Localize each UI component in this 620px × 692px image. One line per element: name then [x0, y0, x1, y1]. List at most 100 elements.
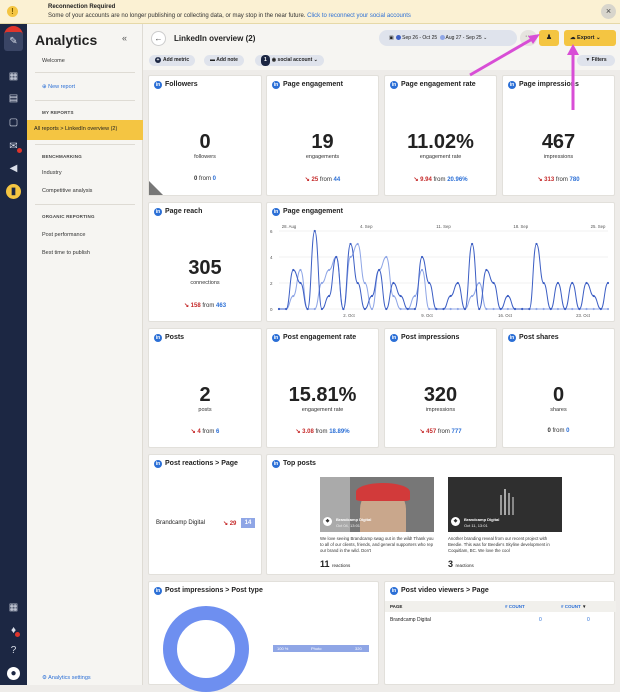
- calendar-icon[interactable]: ▢: [7, 116, 20, 129]
- data-point-0: [578, 307, 581, 311]
- data-point-0: [335, 255, 338, 259]
- data-point-0: [406, 307, 409, 311]
- export-button[interactable]: ☁ Export ⌄: [564, 30, 616, 46]
- trend-down-icon: ↘: [304, 177, 310, 183]
- video-table-header: PAGE # COUNT # COUNT ▼: [385, 601, 616, 612]
- data-point-0: [435, 307, 438, 311]
- posts-card: in Posts 2 posts ↘ 4 from 6: [148, 328, 262, 448]
- data-point-0: [313, 229, 316, 233]
- linkedin-icon: in: [272, 81, 280, 89]
- linkedin-icon: in: [154, 460, 162, 468]
- cloud-icon: ☁: [570, 35, 578, 41]
- data-point-0: [420, 255, 424, 259]
- data-point-0: [356, 281, 359, 285]
- data-point-0: [320, 307, 324, 311]
- add-metric-button[interactable]: + Add metric: [149, 55, 196, 66]
- linkedin-icon: in: [154, 208, 162, 216]
- sidebar-item-industry[interactable]: Industry: [42, 170, 62, 176]
- new-report-link[interactable]: ⊕ New report: [42, 84, 75, 90]
- page-reach-card: in Page reach 305 connections ↘ 158 from …: [148, 202, 262, 322]
- data-point-0: [399, 294, 402, 298]
- sidebar-item-best-time[interactable]: Best time to publish: [42, 250, 90, 256]
- post-author: Brandcamp Digital: [464, 517, 500, 522]
- report-header: ← LinkedIn overview (2) ▣ Sep 26 - Oct 2…: [143, 24, 620, 70]
- col-count-1[interactable]: # COUNT: [505, 601, 525, 612]
- data-point-0: [449, 294, 452, 298]
- app-nav-rail: ◉ ✎ ▦ ▤ ▢ ✉ ◀ ▮ ▦ ♦ ? ●: [0, 24, 27, 685]
- data-point-0: [349, 242, 352, 246]
- data-point-0: [277, 307, 281, 311]
- data-point-0: [292, 268, 295, 272]
- data-point-1: [471, 294, 474, 298]
- data-point-0: [342, 307, 345, 311]
- campaign-icon[interactable]: ◀: [7, 162, 20, 175]
- top-post-2[interactable]: ◆ Brandcamp Digital Oct 11, 13:01 Anothe…: [448, 477, 562, 576]
- trend-down-icon: ↘: [413, 177, 419, 183]
- linkedin-icon: in: [390, 334, 398, 342]
- x-tick-label-top: 11. Sep: [436, 224, 451, 229]
- more-options-button[interactable]: ···: [520, 30, 537, 46]
- metric-comparison: ↘ 313 from 780: [537, 177, 580, 183]
- apps-icon[interactable]: ▦: [7, 601, 20, 614]
- streams-icon[interactable]: ▦: [7, 70, 20, 83]
- sidebar-item-welcome[interactable]: Welcome: [42, 58, 65, 64]
- analytics-icon[interactable]: ▮: [6, 184, 21, 199]
- reconnect-link[interactable]: Click to reconnect your social accounts: [307, 13, 411, 19]
- trend-down-icon: ↘: [190, 429, 196, 435]
- share-button[interactable]: ♟: [539, 30, 559, 46]
- chevron-down-icon: ⌄: [595, 35, 601, 41]
- help-icon[interactable]: ?: [7, 644, 20, 657]
- post-impressions-card: in Post impressions 320 impressions ↘ 457…: [384, 328, 497, 448]
- data-point-0: [428, 281, 431, 285]
- data-point-1: [535, 307, 538, 311]
- date-range-picker[interactable]: ▣ Sep 26 - Oct 25 Aug 27 - Sep 25 ⌄: [379, 30, 517, 46]
- linkedin-icon: in: [508, 81, 516, 89]
- sidebar-item-competitive[interactable]: Competitive analysis: [42, 188, 92, 194]
- social-account-selector[interactable]: 1 ◉ social account ⌄: [255, 55, 324, 66]
- x-tick-label-bottom: 2. Oct: [343, 313, 355, 318]
- data-point-0: [392, 281, 395, 285]
- post-text: Another branding reveal from our recent …: [448, 536, 550, 553]
- metric-comparison: ↘ 158 from 463: [183, 303, 227, 309]
- page-engagement-line-chart: 0 2 4 6 28. Aug 4. Sep 11. Sep 18. Sep 25. Sep 2.…: [270, 224, 610, 318]
- close-icon[interactable]: ×: [601, 4, 616, 19]
- data-point-0: [592, 294, 595, 298]
- data-point-1: [420, 268, 424, 272]
- data-point-0: [485, 268, 488, 272]
- data-point-0: [549, 307, 552, 311]
- metric-value: 15.81%: [288, 384, 357, 406]
- brand-avatar: ◆: [323, 517, 332, 526]
- data-point-0: [299, 281, 302, 285]
- avatar[interactable]: ●: [7, 667, 20, 680]
- data-point-0: [378, 268, 381, 272]
- post-author: Brandcamp Digital: [336, 517, 372, 522]
- col-page[interactable]: PAGE: [390, 601, 402, 612]
- filters-button[interactable]: ▼ Filters: [577, 55, 615, 66]
- reactions-page-name: Brandcamp Digital: [156, 520, 206, 526]
- dashboard-icon[interactable]: ▤: [7, 92, 20, 105]
- series-line-1: [279, 243, 608, 310]
- col-count-2[interactable]: # COUNT ▼: [561, 601, 587, 612]
- post-shares-card: in Post shares 0 shares 0 from 0: [502, 328, 615, 448]
- data-point-1: [606, 307, 610, 311]
- analytics-settings-link[interactable]: ⚙ Analytics settings: [42, 675, 91, 681]
- data-point-1: [399, 307, 402, 311]
- back-button[interactable]: ←: [151, 31, 166, 46]
- data-point-0: [542, 281, 545, 285]
- data-point-0: [442, 307, 445, 311]
- sidebar-item-active-report[interactable]: All reports > LinkedIn overview (2): [27, 120, 143, 140]
- trend-down-icon: ↘: [223, 521, 229, 527]
- add-note-button[interactable]: ▬ Add note: [204, 55, 244, 66]
- metric-comparison: ↘ 457 from 777: [419, 429, 462, 435]
- data-point-1: [592, 307, 595, 311]
- warning-icon: !: [7, 6, 18, 17]
- compose-icon[interactable]: ✎: [4, 32, 23, 51]
- data-point-1: [556, 307, 560, 311]
- collapse-icon[interactable]: «: [122, 33, 127, 43]
- data-point-0: [521, 307, 524, 311]
- linkedin-icon: in: [154, 587, 162, 595]
- sort-desc-icon: ▼: [582, 604, 587, 609]
- top-post-1[interactable]: ◆ Brandcamp Digital Oct 04, 13:01 We lov…: [320, 477, 434, 576]
- data-point-0: [478, 307, 481, 311]
- sidebar-item-post-performance[interactable]: Post performance: [42, 232, 85, 238]
